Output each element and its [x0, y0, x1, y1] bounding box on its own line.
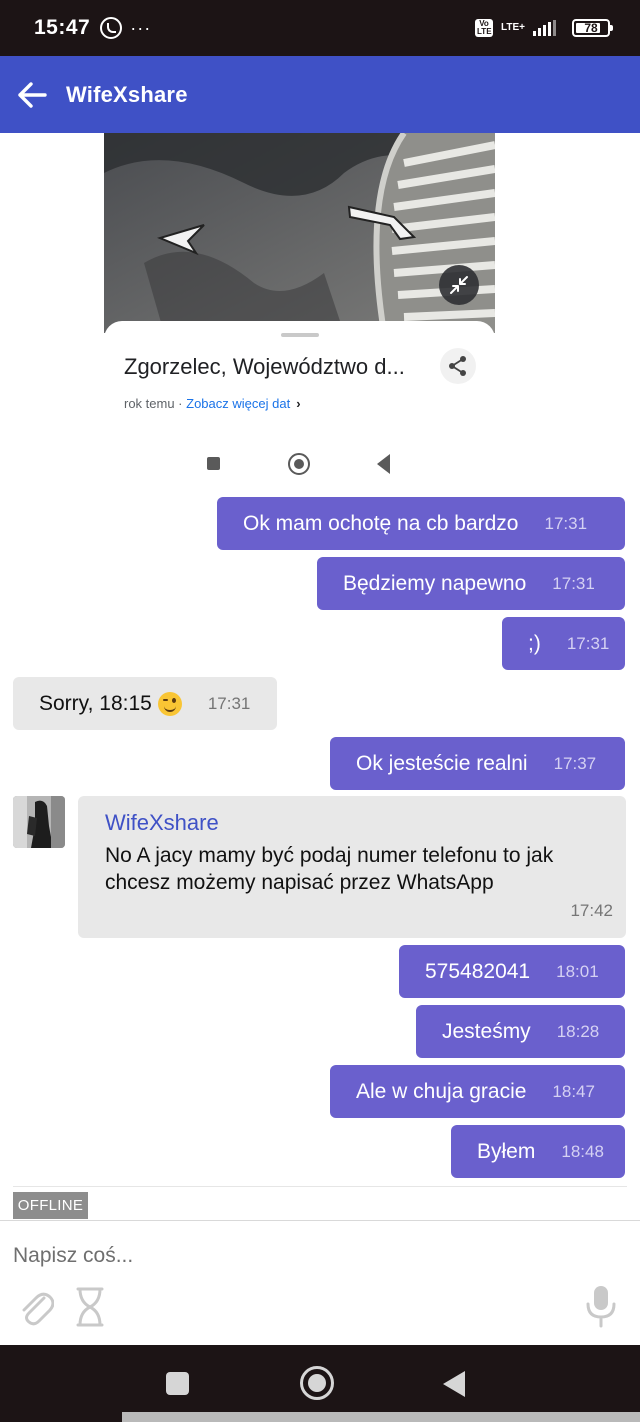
shared-image[interactable]: Zgorzelec, Województwo d... rok temu · Z…	[104, 133, 495, 490]
outgoing-message[interactable]: 575482041 18:01	[399, 945, 625, 998]
winking-face-icon	[157, 691, 182, 716]
more-notifications-icon: ···	[130, 17, 152, 38]
mic-icon[interactable]	[584, 1284, 618, 1328]
message-time: 17:31	[552, 573, 595, 593]
status-bar: 15:47 ··· Vo LTE LTE+ 78	[0, 0, 640, 56]
outgoing-message[interactable]: Ale w chuja gracie 18:47	[330, 1065, 625, 1118]
message-text: Byłem	[477, 1139, 536, 1163]
divider	[13, 1186, 627, 1187]
battery-level: 78	[584, 21, 598, 35]
message-text: Ale w chuja gracie	[356, 1079, 527, 1103]
incoming-message[interactable]: WifeXshare No A jacy mamy być podaj nume…	[78, 796, 626, 938]
chat-title[interactable]: WifeXshare	[66, 82, 188, 108]
chevron-right-icon: ›	[296, 396, 301, 411]
gesture-bar	[122, 1412, 640, 1422]
chat-screen: 15:47 ··· Vo LTE LTE+ 78 WifeXshare Zgor…	[0, 0, 640, 1422]
message-text: Sorry, 18:15	[39, 691, 152, 715]
lte-label: LTE+	[501, 22, 525, 33]
incoming-message[interactable]: Sorry, 18:15 17:31	[13, 677, 277, 730]
recents-button[interactable]	[166, 1372, 189, 1395]
status-indicators: Vo LTE LTE+ 78	[475, 19, 613, 37]
minimize-icon[interactable]	[439, 265, 479, 305]
message-text: Jesteśmy	[442, 1019, 531, 1043]
attach-icon[interactable]	[18, 1286, 55, 1326]
message-time: 17:31	[207, 693, 251, 713]
status-time: 15:47	[34, 16, 91, 39]
composer-divider	[0, 1220, 640, 1221]
whatsapp-icon	[100, 17, 123, 39]
signal-icon	[533, 20, 556, 36]
outgoing-message[interactable]: Ok mam ochotę na cb bardzo 17:31	[217, 497, 625, 550]
message-input[interactable]	[13, 1238, 573, 1274]
app-bar: WifeXshare	[0, 56, 640, 133]
date-text: rok temu ·	[124, 396, 187, 411]
back-arrow-icon[interactable]	[0, 56, 64, 133]
message-text: No A jacy mamy być podaj numer telefonu …	[105, 844, 554, 894]
share-icon[interactable]	[440, 348, 476, 384]
message-time: 17:31	[566, 633, 610, 653]
message-time: 18:28	[556, 1021, 600, 1041]
see-more-link: Zobacz więcej dat	[186, 396, 291, 411]
battery-icon: 78	[572, 19, 613, 37]
outgoing-message[interactable]: Byłem 18:48	[451, 1125, 625, 1178]
outgoing-message[interactable]: Ok jesteście realni 17:37	[330, 737, 625, 790]
timer-icon[interactable]	[74, 1286, 106, 1328]
outgoing-message[interactable]: Będziemy napewno 17:31	[317, 557, 625, 610]
message-time: 18:01	[556, 961, 599, 981]
message-time: 17:37	[553, 753, 597, 773]
home-button[interactable]	[300, 1366, 334, 1400]
message-text: ;)	[528, 631, 541, 655]
message-time: 18:48	[561, 1141, 604, 1161]
message-text: Ok jesteście realni	[356, 751, 528, 775]
message-time: 17:42	[570, 901, 613, 920]
message-time: 17:31	[544, 513, 588, 533]
map-photo	[104, 133, 495, 490]
offline-badge: OFFLINE	[13, 1192, 88, 1219]
message-text: Będziemy napewno	[343, 571, 527, 595]
message-text: 575482041	[425, 959, 531, 983]
sender-name[interactable]: WifeXshare	[105, 810, 219, 836]
back-button[interactable]	[443, 1371, 465, 1397]
outgoing-message[interactable]: Jesteśmy 18:28	[416, 1005, 625, 1058]
place-title: Zgorzelec, Województwo d...	[124, 354, 405, 379]
place-subtitle: rok temu · Zobacz więcej dat ›	[124, 396, 301, 411]
avatar[interactable]	[13, 796, 65, 848]
system-nav-bar	[0, 1345, 640, 1422]
outgoing-message[interactable]: ;) 17:31	[502, 617, 625, 670]
message-text: Ok mam ochotę na cb bardzo	[243, 511, 519, 535]
volte-icon: Vo LTE	[475, 19, 494, 37]
message-time: 18:47	[552, 1081, 595, 1101]
